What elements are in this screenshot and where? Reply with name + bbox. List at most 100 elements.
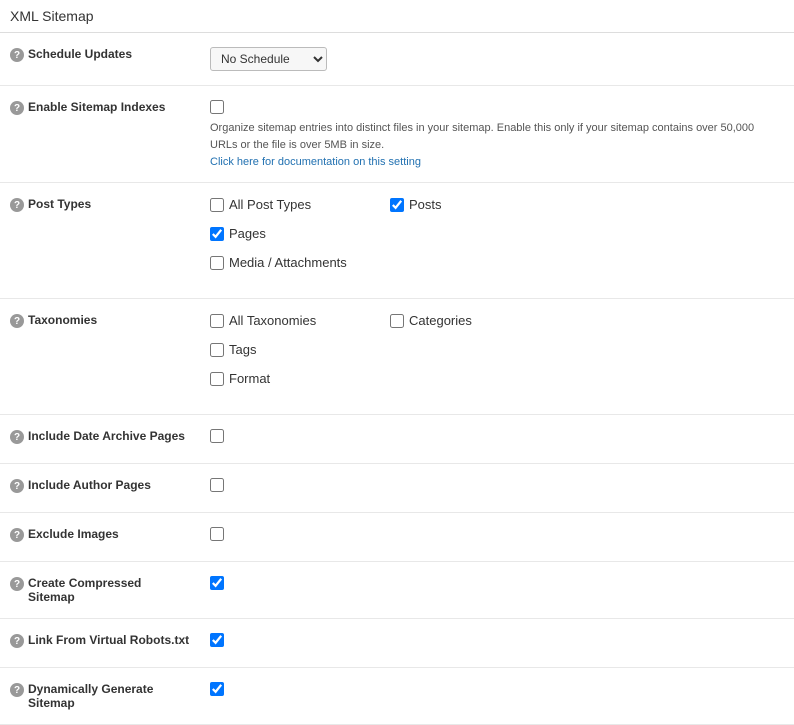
select-schedule-updates[interactable]: No Schedule bbox=[210, 47, 327, 71]
checkbox-label-post-types-3: Media / Attachments bbox=[229, 255, 347, 270]
help-icon-post-types[interactable]: ? bbox=[10, 198, 24, 212]
value-cell-enable-sitemap-indexes: Organize sitemap entries into distinct f… bbox=[200, 86, 794, 183]
checkbox-label-post-types-0: All Post Types bbox=[229, 197, 311, 212]
help-icon-include-author-pages[interactable]: ? bbox=[10, 479, 24, 493]
checkbox-item-taxonomies-3: Format bbox=[210, 371, 390, 386]
checkbox-item-post-types-2: Pages bbox=[210, 226, 784, 241]
label-text-post-types: Post Types bbox=[28, 197, 91, 211]
checkbox-item-exclude-images bbox=[210, 527, 784, 541]
checkbox-label-post-types-1: Posts bbox=[409, 197, 442, 212]
label-group-schedule-updates: ? Schedule Updates bbox=[10, 47, 190, 62]
checkbox-item-post-types-0: All Post Types bbox=[210, 197, 390, 212]
checkbox-item-include-date-archive bbox=[210, 429, 784, 443]
checkbox-item-dynamically-generate-sitemap bbox=[210, 682, 784, 696]
label-group-create-compressed-sitemap: ? Create Compressed Sitemap bbox=[10, 576, 190, 604]
checkbox-item-create-compressed-sitemap bbox=[210, 576, 784, 590]
settings-row-link-from-virtual-robots: ? Link From Virtual Robots.txt bbox=[0, 619, 794, 668]
help-icon-schedule-updates[interactable]: ? bbox=[10, 48, 24, 62]
checkbox-include-date-archive[interactable] bbox=[210, 429, 224, 443]
help-icon-enable-sitemap-indexes[interactable]: ? bbox=[10, 101, 24, 115]
help-icon-taxonomies[interactable]: ? bbox=[10, 314, 24, 328]
label-group-include-author-pages: ? Include Author Pages bbox=[10, 478, 190, 493]
checkbox-dynamically-generate-sitemap[interactable] bbox=[210, 682, 224, 696]
label-group-enable-sitemap-indexes: ? Enable Sitemap Indexes bbox=[10, 100, 190, 115]
label-text-taxonomies: Taxonomies bbox=[28, 313, 97, 327]
help-icon-link-from-virtual-robots[interactable]: ? bbox=[10, 634, 24, 648]
value-cell-include-author-pages bbox=[200, 464, 794, 513]
settings-row-enable-sitemap-indexes: ? Enable Sitemap Indexes Organize sitema… bbox=[0, 86, 794, 183]
checkbox-col-post-types-3: Media / Attachments bbox=[210, 255, 390, 276]
value-cell-exclude-images bbox=[200, 513, 794, 562]
checkbox-link-from-virtual-robots[interactable] bbox=[210, 633, 224, 647]
label-group-include-date-archive: ? Include Date Archive Pages bbox=[10, 429, 190, 444]
checkbox-label-taxonomies-2: Tags bbox=[229, 342, 256, 357]
label-text-create-compressed-sitemap: Create Compressed Sitemap bbox=[28, 576, 190, 604]
checkbox-col-taxonomies-3: Format bbox=[210, 371, 390, 392]
checkbox-item-post-types-1: Posts bbox=[390, 197, 570, 212]
value-cell-link-from-virtual-robots bbox=[200, 619, 794, 668]
checkbox-post-types-1[interactable] bbox=[390, 198, 404, 212]
checkbox-item-enable-sitemap-indexes bbox=[210, 100, 784, 114]
page-title: XML Sitemap bbox=[0, 0, 794, 33]
value-cell-post-types: All Post Types Posts Pages Media / Attachme… bbox=[200, 183, 794, 299]
checkbox-col-taxonomies-1: Categories bbox=[390, 313, 570, 334]
checkbox-label-taxonomies-3: Format bbox=[229, 371, 270, 386]
label-group-exclude-images: ? Exclude Images bbox=[10, 527, 190, 542]
checkbox-col-post-types-0: All Post Types bbox=[210, 197, 390, 218]
value-cell-dynamically-generate-sitemap bbox=[200, 668, 794, 725]
settings-row-exclude-images: ? Exclude Images bbox=[0, 513, 794, 562]
label-text-include-date-archive: Include Date Archive Pages bbox=[28, 429, 185, 443]
checkboxes-group-taxonomies: All Taxonomies Categories Tags Format bbox=[210, 313, 784, 400]
label-group-dynamically-generate-sitemap: ? Dynamically Generate Sitemap bbox=[10, 682, 190, 710]
value-cell-taxonomies: All Taxonomies Categories Tags Format bbox=[200, 299, 794, 415]
settings-row-post-types: ? Post Types All Post Types Posts Pages Med… bbox=[0, 183, 794, 299]
label-group-post-types: ? Post Types bbox=[10, 197, 190, 212]
checkbox-include-author-pages[interactable] bbox=[210, 478, 224, 492]
checkbox-exclude-images[interactable] bbox=[210, 527, 224, 541]
checkbox-col-post-types-2: Pages bbox=[210, 226, 784, 247]
help-text-enable-sitemap-indexes: Organize sitemap entries into distinct f… bbox=[210, 120, 770, 153]
checkbox-taxonomies-2[interactable] bbox=[210, 343, 224, 357]
settings-row-create-compressed-sitemap: ? Create Compressed Sitemap bbox=[0, 562, 794, 619]
checkbox-create-compressed-sitemap[interactable] bbox=[210, 576, 224, 590]
label-text-link-from-virtual-robots: Link From Virtual Robots.txt bbox=[28, 633, 189, 647]
checkbox-col-taxonomies-0: All Taxonomies bbox=[210, 313, 390, 334]
checkbox-taxonomies-3[interactable] bbox=[210, 372, 224, 386]
checkbox-taxonomies-0[interactable] bbox=[210, 314, 224, 328]
label-group-link-from-virtual-robots: ? Link From Virtual Robots.txt bbox=[10, 633, 190, 648]
checkbox-post-types-3[interactable] bbox=[210, 256, 224, 270]
checkbox-item-taxonomies-1: Categories bbox=[390, 313, 570, 328]
label-text-exclude-images: Exclude Images bbox=[28, 527, 119, 541]
help-icon-create-compressed-sitemap[interactable]: ? bbox=[10, 577, 24, 591]
label-text-dynamically-generate-sitemap: Dynamically Generate Sitemap bbox=[28, 682, 190, 710]
checkbox-item-taxonomies-0: All Taxonomies bbox=[210, 313, 390, 328]
checkbox-col-taxonomies-2: Tags bbox=[210, 342, 784, 363]
checkbox-label-taxonomies-1: Categories bbox=[409, 313, 472, 328]
help-icon-dynamically-generate-sitemap[interactable]: ? bbox=[10, 683, 24, 697]
checkboxes-group-post-types: All Post Types Posts Pages Media / Attachme… bbox=[210, 197, 784, 284]
value-cell-create-compressed-sitemap bbox=[200, 562, 794, 619]
settings-row-dynamically-generate-sitemap: ? Dynamically Generate Sitemap bbox=[0, 668, 794, 725]
label-text-include-author-pages: Include Author Pages bbox=[28, 478, 151, 492]
settings-row-taxonomies: ? Taxonomies All Taxonomies Categories Tag… bbox=[0, 299, 794, 415]
checkbox-label-taxonomies-0: All Taxonomies bbox=[229, 313, 316, 328]
checkbox-enable-sitemap-indexes[interactable] bbox=[210, 100, 224, 114]
help-icon-exclude-images[interactable]: ? bbox=[10, 528, 24, 542]
checkbox-post-types-2[interactable] bbox=[210, 227, 224, 241]
checkbox-item-include-author-pages bbox=[210, 478, 784, 492]
checkbox-item-post-types-3: Media / Attachments bbox=[210, 255, 390, 270]
value-cell-include-date-archive bbox=[200, 415, 794, 464]
settings-row-include-date-archive: ? Include Date Archive Pages bbox=[0, 415, 794, 464]
help-link-enable-sitemap-indexes[interactable]: Click here for documentation on this set… bbox=[210, 156, 421, 168]
label-text-enable-sitemap-indexes: Enable Sitemap Indexes bbox=[28, 100, 165, 114]
value-cell-schedule-updates: No Schedule bbox=[200, 33, 794, 86]
checkbox-item-taxonomies-2: Tags bbox=[210, 342, 784, 357]
help-icon-include-date-archive[interactable]: ? bbox=[10, 430, 24, 444]
label-group-taxonomies: ? Taxonomies bbox=[10, 313, 190, 328]
checkbox-item-link-from-virtual-robots bbox=[210, 633, 784, 647]
checkbox-post-types-0[interactable] bbox=[210, 198, 224, 212]
checkbox-taxonomies-1[interactable] bbox=[390, 314, 404, 328]
settings-row-schedule-updates: ? Schedule Updates No Schedule bbox=[0, 33, 794, 86]
label-text-schedule-updates: Schedule Updates bbox=[28, 47, 132, 61]
checkbox-col-post-types-1: Posts bbox=[390, 197, 570, 218]
